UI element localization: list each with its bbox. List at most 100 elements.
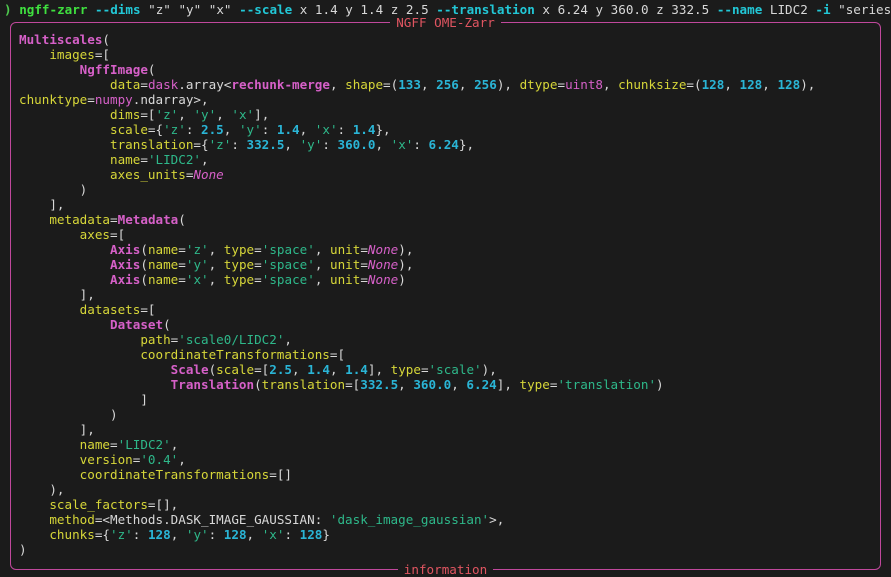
code-token (19, 77, 110, 92)
code-token: 'y' (193, 107, 216, 122)
code-line: ) (19, 407, 876, 422)
code-token (19, 257, 110, 272)
code-token: , (330, 77, 345, 92)
code-token: 128 (300, 527, 323, 542)
code-token: =[ (345, 377, 360, 392)
code-line: Dataset( (19, 317, 876, 332)
code-token: 'dask_image_gaussian' (330, 512, 489, 527)
code-token: = (254, 272, 262, 287)
code-line: metadata=Metadata( (19, 212, 876, 227)
code-token: = (557, 77, 565, 92)
code-line: ] (19, 392, 876, 407)
code-token: metadata (49, 212, 110, 227)
code-token: , (178, 107, 193, 122)
code-line: dims=['z', 'y', 'x'], (19, 107, 876, 122)
code-token: 133 (398, 77, 421, 92)
code-token: None (193, 167, 223, 182)
code-line: scale={'z': 2.5, 'y': 1.4, 'x': 1.4}, (19, 122, 876, 137)
code-token: ], (19, 422, 95, 437)
code-token: name (148, 272, 178, 287)
code-token: path (140, 332, 170, 347)
code-token: ( (178, 212, 186, 227)
code-token: = (178, 257, 186, 272)
code-token: Multiscales (19, 32, 102, 47)
code-token: 'y' (186, 527, 209, 542)
code-token: dask (148, 77, 178, 92)
code-token: unit (330, 272, 360, 287)
code-token: unit (330, 242, 360, 257)
cmd-token-7: x 1.4 y 1.4 z 2.5 (292, 2, 436, 17)
code-token: 'space' (262, 272, 315, 287)
code-token: datasets (80, 302, 141, 317)
code-token: = (110, 437, 118, 452)
code-token: ( (163, 317, 171, 332)
code-token: , (171, 527, 186, 542)
code-token: 'z' (163, 122, 186, 137)
cmd-token-3 (87, 2, 95, 17)
code-token: , (216, 107, 231, 122)
code-token (19, 62, 80, 77)
code-token: 1.4 (345, 362, 368, 377)
code-token: = (140, 152, 148, 167)
code-token: 'z' (156, 107, 179, 122)
code-token: =<Methods.DASK_IMAGE_GAUSSIAN: (95, 512, 330, 527)
code-token: 360.0 (413, 377, 451, 392)
code-token: 'x' (315, 122, 338, 137)
code-token: ( (140, 257, 148, 272)
code-token: scale (110, 122, 148, 137)
code-token: 'scale0/LIDC2' (178, 332, 284, 347)
code-token: , (398, 377, 413, 392)
code-line: datasets=[ (19, 302, 876, 317)
code-token (19, 107, 110, 122)
code-token (19, 317, 110, 332)
code-token: , (315, 272, 330, 287)
code-token: =[ (254, 362, 269, 377)
terminal-window: ) ngff-zarr --dims "z" "y" "x" --scale x… (0, 0, 891, 576)
code-token: unit (330, 257, 360, 272)
code-token: type (224, 272, 254, 287)
code-token: .ndarray>, (133, 92, 209, 107)
code-line: Axis(name='y', type='space', unit=None), (19, 257, 876, 272)
code-token (19, 47, 49, 62)
panel-title-label: NGFF OME-Zarr (390, 15, 501, 30)
code-token: 'x' (262, 527, 285, 542)
code-token: = (421, 362, 429, 377)
code-token: , (459, 77, 474, 92)
code-token: = (87, 92, 95, 107)
code-token: ) (398, 272, 406, 287)
code-token: None (368, 242, 398, 257)
code-token: 'z' (209, 137, 232, 152)
code-line: images=[ (19, 47, 876, 62)
code-token: =[ (140, 302, 155, 317)
code-token: ( (148, 62, 156, 77)
code-token (19, 437, 80, 452)
code-line: Multiscales( (19, 32, 876, 47)
code-line: axes_units=None (19, 167, 876, 182)
code-token: , (421, 77, 436, 92)
code-token: type (391, 362, 421, 377)
code-token: : (284, 527, 299, 542)
code-token: axes (80, 227, 110, 242)
code-token: =[ (110, 227, 125, 242)
code-token: coordinateTransformations (140, 347, 330, 362)
cmd-token-4: --dims (95, 2, 141, 17)
code-token: name (80, 437, 110, 452)
code-token: : (262, 122, 277, 137)
code-line: name='LIDC2', (19, 437, 876, 452)
code-token: NgffImage (80, 62, 148, 77)
code-line: Translation(translation=[332.5, 360.0, 6… (19, 377, 876, 392)
code-token: coordinateTransformations (80, 467, 270, 482)
code-token: , (603, 77, 618, 92)
code-token: , (247, 527, 262, 542)
code-token: None (368, 257, 398, 272)
code-token: 'y' (239, 122, 262, 137)
code-token: ), (19, 482, 65, 497)
code-token: : (186, 122, 201, 137)
code-token: , (375, 137, 390, 152)
code-token: = (360, 272, 368, 287)
code-token: 'LIDC2' (118, 437, 171, 452)
code-token: 'z' (110, 527, 133, 542)
command-line[interactable]: ) ngff-zarr --dims "z" "y" "x" --scale x… (4, 2, 891, 17)
code-token: ( (140, 272, 148, 287)
code-token: = (178, 242, 186, 257)
